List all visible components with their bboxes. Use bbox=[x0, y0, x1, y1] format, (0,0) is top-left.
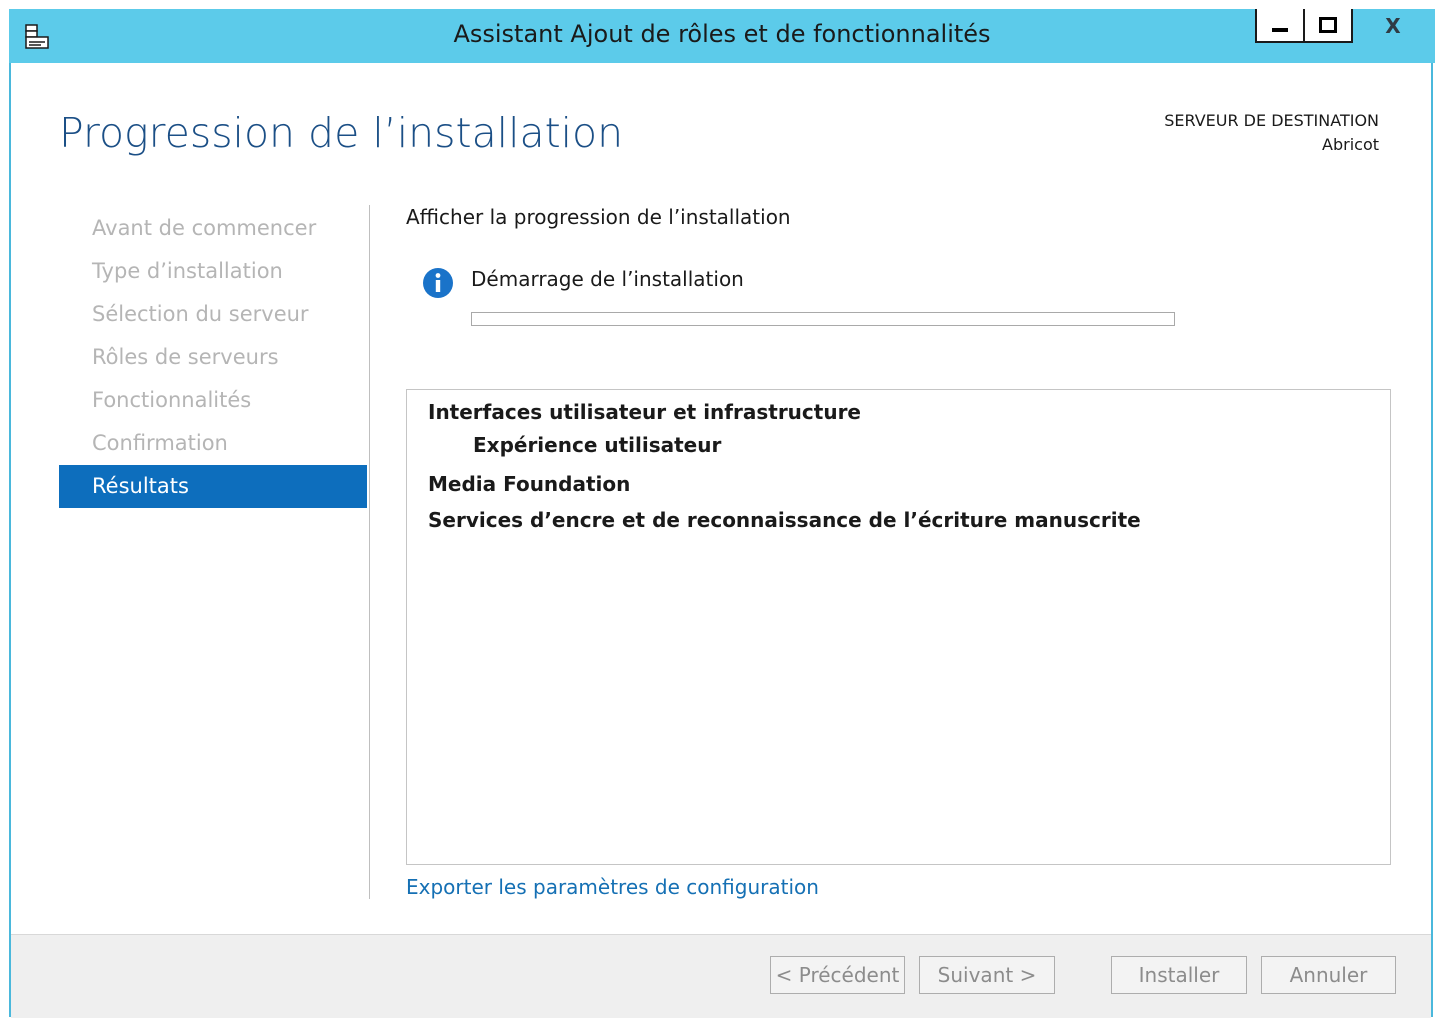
nav-item: Fonctionnalités bbox=[92, 388, 252, 412]
install-button[interactable]: Installer bbox=[1111, 956, 1247, 994]
result-item: Services d’encre et de reconnaissance de… bbox=[428, 508, 1141, 532]
section-title: Afficher la progression de l’installatio… bbox=[406, 205, 791, 229]
destination-server-name: Abricot bbox=[1322, 135, 1379, 154]
nav-item: Rôles de serveurs bbox=[92, 345, 279, 369]
status-text: Démarrage de l’installation bbox=[471, 267, 744, 291]
info-icon bbox=[423, 268, 453, 298]
result-item: Interfaces utilisateur et infrastructure bbox=[428, 400, 861, 424]
title-bar: Assistant Ajout de rôles et de fonctionn… bbox=[9, 9, 1435, 63]
nav-divider bbox=[369, 205, 370, 899]
nav-item: Confirmation bbox=[92, 431, 228, 455]
destination-server: SERVEUR DE DESTINATION Abricot bbox=[1164, 109, 1379, 157]
results-list: Interfaces utilisateur et infrastructure… bbox=[406, 389, 1391, 865]
wizard-window: Assistant Ajout de rôles et de fonctionn… bbox=[9, 9, 1435, 1018]
previous-button[interactable]: < Précédent bbox=[770, 956, 905, 994]
footer-bar: < Précédent Suivant > Installer Annuler bbox=[11, 934, 1431, 1018]
nav-item: Avant de commencer bbox=[92, 216, 317, 240]
maximize-icon bbox=[1319, 17, 1337, 33]
nav-item: Sélection du serveur bbox=[92, 302, 309, 326]
close-button[interactable]: X bbox=[1353, 9, 1433, 43]
close-icon: X bbox=[1385, 14, 1401, 38]
nav-item: Type d’installation bbox=[92, 259, 283, 283]
wizard-nav: Avant de commencer Type d’installation Sél… bbox=[59, 207, 367, 508]
maximize-button[interactable] bbox=[1305, 9, 1353, 43]
result-item: Expérience utilisateur bbox=[473, 433, 722, 457]
export-settings-link[interactable]: Exporter les paramètres de configuration bbox=[406, 875, 819, 899]
nav-item: Résultats bbox=[59, 465, 367, 508]
page-title: Progression de l’installation bbox=[59, 109, 624, 157]
progress-bar bbox=[471, 312, 1175, 326]
window-title: Assistant Ajout de rôles et de fonctionn… bbox=[453, 20, 991, 48]
result-item: Media Foundation bbox=[428, 472, 631, 496]
cancel-button[interactable]: Annuler bbox=[1261, 956, 1396, 994]
minimize-icon bbox=[1272, 28, 1288, 32]
next-button[interactable]: Suivant > bbox=[919, 956, 1055, 994]
window-controls: X bbox=[1255, 9, 1433, 43]
minimize-button[interactable] bbox=[1255, 9, 1305, 43]
destination-label: SERVEUR DE DESTINATION bbox=[1164, 111, 1379, 130]
